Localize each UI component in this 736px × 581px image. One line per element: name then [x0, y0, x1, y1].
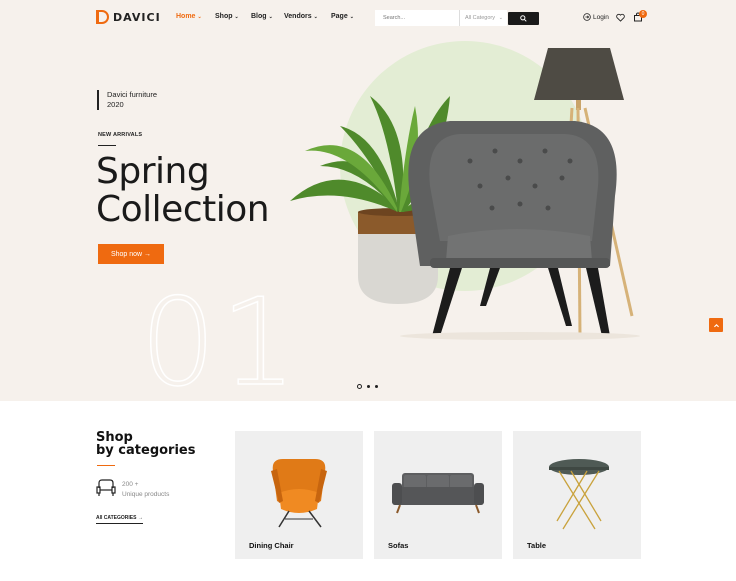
sofa-image	[392, 473, 484, 514]
nav-blog[interactable]: Blog ⌄	[251, 13, 284, 20]
wishlist-heart-icon[interactable]	[616, 13, 625, 22]
categories-heading: Shop by categories	[96, 431, 195, 457]
shop-now-button[interactable]: Shop now →	[98, 244, 164, 264]
product-count-label: Unique products	[122, 491, 170, 498]
nav-shop-label: Shop	[215, 13, 233, 20]
category-label: Table	[527, 541, 547, 550]
slider-dot-2[interactable]	[367, 385, 370, 388]
hero-title-line2: Collection	[96, 189, 270, 230]
hero-divider	[98, 145, 116, 146]
login-link[interactable]: Login	[583, 13, 609, 21]
nav-vendors-label: Vendors	[284, 13, 312, 20]
hero-tagline: Davici furniture 2020	[97, 90, 157, 110]
hero-label: NEW ARRIVALS	[98, 132, 143, 138]
product-count-number: 200 +	[122, 481, 139, 488]
nav-page[interactable]: Page ⌄	[331, 13, 354, 20]
category-select[interactable]: All Category ⌄	[459, 10, 507, 26]
nav-page-label: Page	[331, 13, 348, 20]
category-label: Sofas	[388, 541, 409, 550]
category-card-sofas[interactable]: Sofas	[374, 431, 502, 559]
chevron-down-icon: ⌄	[349, 13, 354, 20]
category-card-table[interactable]: Table	[513, 431, 641, 559]
categories-section: Shop by categories 200 + Unique products…	[0, 401, 736, 581]
nav-shop[interactable]: Shop ⌄	[215, 13, 251, 20]
cart-count-badge: 0	[639, 10, 647, 18]
hero-title-line1: Spring	[96, 151, 210, 192]
hero-slider: 01 Davici furniture 2020 NEW ARRIVALS Sp…	[0, 36, 736, 401]
slider-dot-1[interactable]	[357, 384, 362, 389]
search-button[interactable]	[508, 11, 539, 25]
hero-title: Spring Collection	[96, 151, 270, 230]
main-nav: Home ⌄ Shop ⌄ Blog ⌄ Vendors ⌄ Page ⌄	[176, 13, 354, 20]
nav-home-label: Home	[176, 13, 196, 20]
slider-dots	[357, 384, 378, 389]
search-input[interactable]	[375, 10, 459, 26]
hero-tagline-line1: Davici furniture	[107, 90, 158, 99]
category-select-label: All Category	[465, 15, 495, 21]
chevron-down-icon: ⌄	[197, 13, 202, 20]
nav-blog-label: Blog	[251, 13, 267, 20]
logo[interactable]: DAVICI	[95, 10, 161, 24]
armchair-image	[271, 459, 327, 528]
categories-heading-line2: by categories	[96, 443, 196, 458]
chevron-up-icon	[713, 323, 719, 327]
all-categories-link[interactable]: All CATEGORIES →	[96, 515, 143, 524]
hero-product-image	[290, 41, 640, 340]
logo-text: DAVICI	[113, 10, 161, 24]
product-count: 200 + Unique products	[122, 480, 169, 500]
login-label: Login	[593, 13, 609, 21]
chevron-down-icon: ⌄	[313, 13, 318, 20]
scroll-to-top-button[interactable]	[709, 318, 723, 332]
category-label: Dining Chair	[249, 541, 294, 550]
hero-tagline-line2: 2020	[107, 100, 124, 109]
chevron-down-icon: ⌄	[268, 13, 273, 20]
site-header: DAVICI Home ⌄ Shop ⌄ Blog ⌄ Vendors ⌄ Page ⌄ …	[0, 0, 736, 36]
nav-vendors[interactable]: Vendors ⌄	[284, 13, 331, 20]
slider-dot-3[interactable]	[375, 385, 378, 388]
search-icon	[520, 14, 527, 22]
chevron-down-icon: ⌄	[498, 15, 503, 21]
logo-icon	[96, 10, 109, 24]
categories-divider	[97, 465, 115, 466]
slide-number: 01	[139, 274, 301, 401]
armchair-icon	[96, 479, 116, 496]
nav-home[interactable]: Home ⌄	[176, 13, 215, 20]
side-table-image	[549, 459, 609, 530]
category-card-dining-chair[interactable]: Dining Chair	[235, 431, 363, 559]
chevron-down-icon: ⌄	[234, 13, 239, 20]
login-icon	[583, 13, 591, 21]
search-bar: All Category ⌄	[375, 10, 539, 26]
